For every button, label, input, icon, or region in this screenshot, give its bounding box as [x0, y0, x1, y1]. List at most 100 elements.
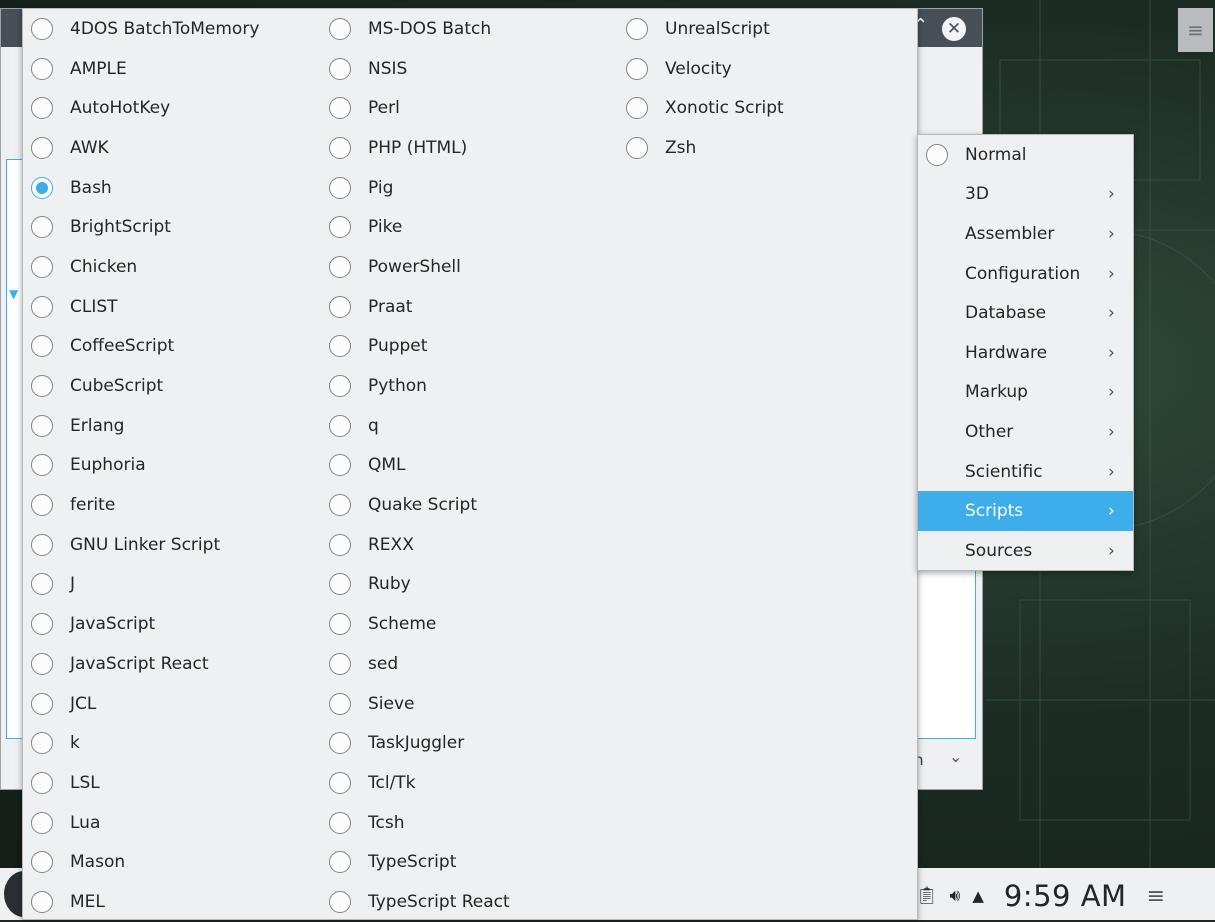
radio-icon[interactable] [329, 851, 351, 874]
radio-icon[interactable] [626, 57, 648, 80]
menu-item-mel[interactable]: MEL [31, 882, 259, 922]
menu-item-cubescript[interactable]: CubeScript [31, 366, 259, 406]
radio-icon[interactable] [329, 335, 351, 358]
radio-icon[interactable] [31, 216, 53, 239]
menu-item-brightscript[interactable]: BrightScript [31, 207, 259, 247]
radio-icon[interactable] [329, 613, 351, 636]
menu-item-tcl-tk[interactable]: Tcl/Tk [329, 763, 510, 803]
sub-menu-item-scientific[interactable]: Scientific › [918, 452, 1133, 492]
radio-icon[interactable] [329, 732, 351, 755]
menu-item-velocity[interactable]: Velocity [626, 49, 784, 89]
menu-item-sieve[interactable]: Sieve [329, 684, 510, 724]
sub-menu-item-database[interactable]: Database › [918, 293, 1133, 333]
volume-icon[interactable]: 🔊︎ [950, 886, 961, 906]
radio-icon[interactable] [31, 57, 53, 80]
radio-icon[interactable] [329, 533, 351, 556]
radio-icon[interactable] [329, 255, 351, 278]
radio-icon[interactable] [329, 295, 351, 318]
radio-icon[interactable] [31, 454, 53, 477]
radio-icon[interactable] [329, 97, 351, 120]
menu-item-tcsh[interactable]: Tcsh [329, 803, 510, 843]
menu-item-k[interactable]: k [31, 723, 259, 763]
radio-icon[interactable] [626, 17, 648, 40]
radio-icon[interactable] [31, 890, 53, 913]
radio-icon[interactable] [329, 811, 351, 834]
sub-menu-item-sources[interactable]: Sources › [918, 531, 1133, 571]
menu-item-jcl[interactable]: JCL [31, 684, 259, 724]
sub-menu-item-configuration[interactable]: Configuration › [918, 254, 1133, 294]
clock[interactable]: 9:59 AM [1004, 879, 1127, 913]
menu-item-erlang[interactable]: Erlang [31, 406, 259, 446]
radio-icon[interactable] [329, 494, 351, 517]
menu-item-ample[interactable]: AMPLE [31, 49, 259, 89]
radio-icon[interactable] [329, 573, 351, 596]
menu-item-puppet[interactable]: Puppet [329, 327, 510, 367]
radio-icon[interactable] [329, 652, 351, 675]
sub-menu-item-normal[interactable]: Normal [918, 135, 1133, 175]
radio-icon[interactable] [31, 97, 53, 120]
radio-icon[interactable] [329, 176, 351, 199]
radio-icon[interactable] [329, 771, 351, 794]
radio-icon[interactable] [329, 375, 351, 398]
menu-item-bash[interactable]: Bash [31, 168, 259, 208]
radio-icon[interactable] [31, 811, 53, 834]
radio-icon[interactable] [31, 732, 53, 755]
menu-item-zsh[interactable]: Zsh [626, 128, 784, 168]
sub-menu-item-hardware[interactable]: Hardware › [918, 333, 1133, 373]
menu-item-sed[interactable]: sed [329, 644, 510, 684]
menu-item-typescript[interactable]: TypeScript [329, 842, 510, 882]
menu-item-perl[interactable]: Perl [329, 88, 510, 128]
menu-item-ms-dos-batch[interactable]: MS-DOS Batch [329, 9, 510, 49]
radio-icon[interactable] [31, 613, 53, 636]
menu-item-4dos-batchtomemory[interactable]: 4DOS BatchToMemory [31, 9, 259, 49]
radio-icon[interactable] [329, 454, 351, 477]
radio-checked-icon[interactable] [31, 176, 53, 199]
radio-icon[interactable] [31, 573, 53, 596]
menu-item-javascript[interactable]: JavaScript [31, 604, 259, 644]
menu-item-euphoria[interactable]: Euphoria [31, 446, 259, 486]
menu-item-ruby[interactable]: Ruby [329, 565, 510, 605]
menu-item-gnu-linker-script[interactable]: GNU Linker Script [31, 525, 259, 565]
clipboard-icon[interactable]: 📋︎ [916, 886, 938, 906]
menu-item-j[interactable]: J [31, 565, 259, 605]
close-icon[interactable]: ✕ [942, 17, 966, 41]
menu-item-pike[interactable]: Pike [329, 207, 510, 247]
menu-item-typescript-react[interactable]: TypeScript React [329, 882, 510, 922]
sub-menu-item-markup[interactable]: Markup › [918, 373, 1133, 413]
menu-item-javascript-react[interactable]: JavaScript React [31, 644, 259, 684]
menu-item-coffeescript[interactable]: CoffeeScript [31, 327, 259, 367]
sub-menu-item-other[interactable]: Other › [918, 412, 1133, 452]
radio-icon[interactable] [329, 890, 351, 913]
menu-item-quake-script[interactable]: Quake Script [329, 485, 510, 525]
panel-options-icon[interactable]: ≡ [1147, 884, 1165, 909]
radio-icon[interactable] [31, 136, 53, 159]
menu-item-ferite[interactable]: ferite [31, 485, 259, 525]
menu-item-q[interactable]: q [329, 406, 510, 446]
menu-item-rexx[interactable]: REXX [329, 525, 510, 565]
radio-icon[interactable] [626, 97, 648, 120]
radio-icon[interactable] [31, 494, 53, 517]
menu-item-php-html-[interactable]: PHP (HTML) [329, 128, 510, 168]
radio-icon[interactable] [31, 851, 53, 874]
radio-icon[interactable] [31, 533, 53, 556]
radio-icon[interactable] [31, 335, 53, 358]
menu-item-unrealscript[interactable]: UnrealScript [626, 9, 784, 49]
menu-item-pig[interactable]: Pig [329, 168, 510, 208]
menu-item-xonotic-script[interactable]: Xonotic Script [626, 88, 784, 128]
tray-expand-icon[interactable]: ▲ [972, 887, 984, 905]
menu-item-mason[interactable]: Mason [31, 842, 259, 882]
radio-icon[interactable] [926, 143, 948, 166]
menu-item-chicken[interactable]: Chicken [31, 247, 259, 287]
menu-item-scheme[interactable]: Scheme [329, 604, 510, 644]
radio-icon[interactable] [31, 17, 53, 40]
radio-icon[interactable] [329, 692, 351, 715]
menu-item-awk[interactable]: AWK [31, 128, 259, 168]
menu-item-praat[interactable]: Praat [329, 287, 510, 327]
radio-icon[interactable] [31, 295, 53, 318]
radio-icon[interactable] [329, 17, 351, 40]
radio-icon[interactable] [31, 375, 53, 398]
menu-item-nsis[interactable]: NSIS [329, 49, 510, 89]
radio-icon[interactable] [329, 414, 351, 437]
radio-icon[interactable] [329, 57, 351, 80]
radio-icon[interactable] [31, 255, 53, 278]
